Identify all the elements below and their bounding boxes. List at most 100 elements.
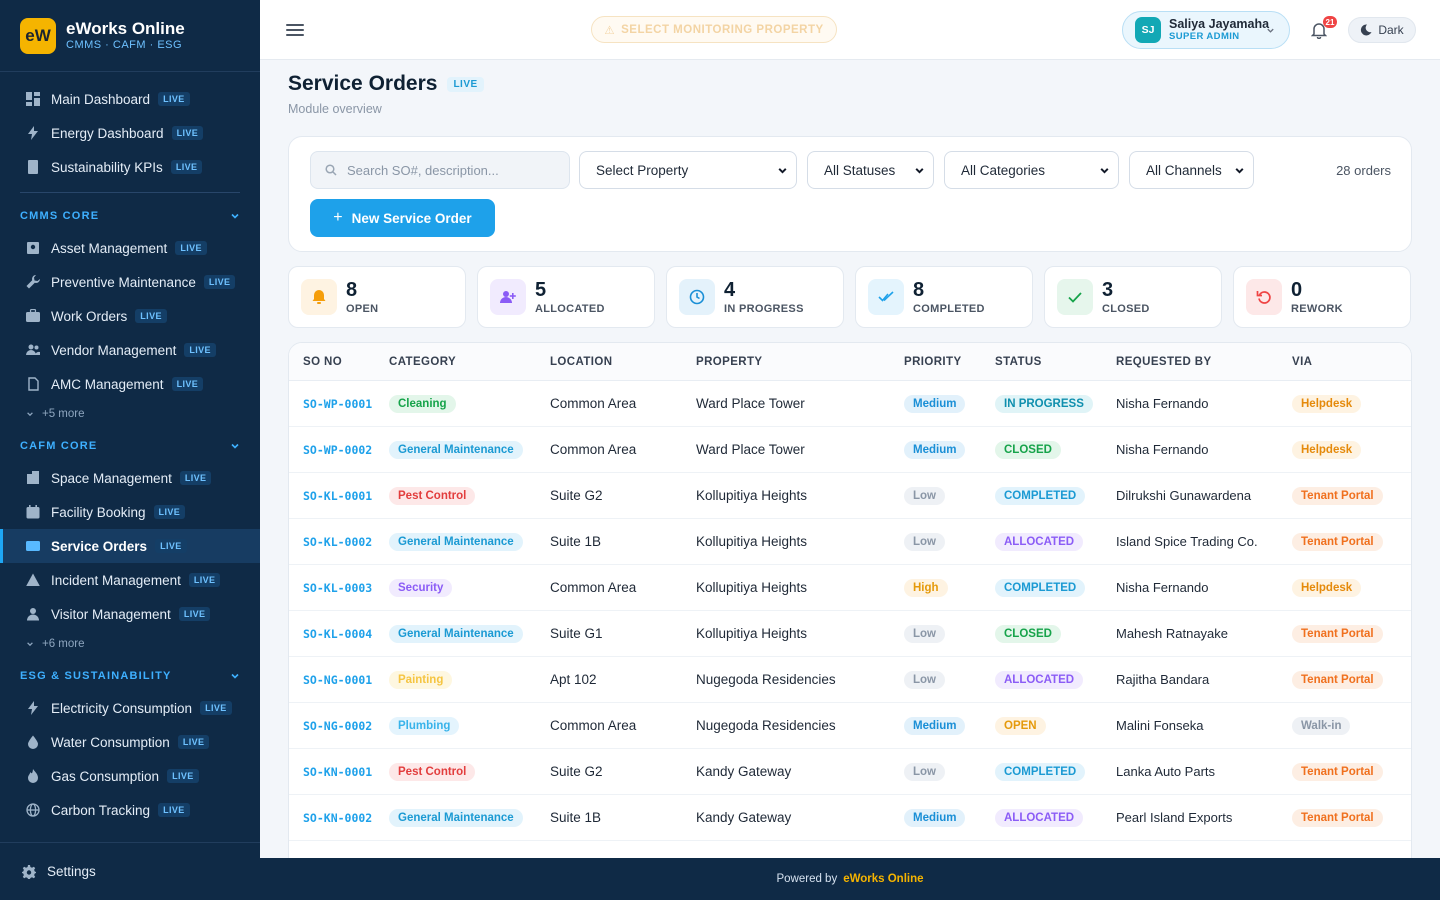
so-number-link[interactable]: SO-WP-0002	[303, 443, 372, 457]
priority-badge: Medium	[904, 440, 966, 459]
stat-card-open[interactable]: 8 OPEN	[288, 266, 466, 328]
status-badge: OPEN	[995, 716, 1046, 735]
column-header-priority[interactable]: PRIORITY	[904, 356, 995, 368]
section-title: CAFM CORE	[20, 440, 98, 452]
table-row[interactable]: SO-NG-0001 Painting Apt 102 Nugegoda Reside…	[289, 657, 1411, 703]
search-placeholder: Search SO#, description...	[347, 162, 499, 178]
table-row[interactable]: SO-WP-0001 Cleaning Common Area Ward Place …	[289, 381, 1411, 427]
location-cell: Suite G2	[550, 488, 603, 503]
table-row[interactable]: SO-KL-0004 General Maintenance Suite G1 Kol…	[289, 611, 1411, 657]
select-monitoring-property-button[interactable]: ⚠ SELECT MONITORING PROPERTY	[591, 16, 837, 43]
sidebar-item-electricity-consumption[interactable]: Electricity Consumption LIVE	[0, 691, 260, 725]
file-icon	[26, 377, 40, 391]
so-number-link[interactable]: SO-KN-0001	[303, 765, 372, 779]
live-badge: LIVE	[167, 769, 199, 783]
sidebar-item-work-orders[interactable]: Work Orders LIVE	[0, 299, 260, 333]
stat-label: IN PROGRESS	[724, 302, 804, 315]
sidebar-item-carbon-tracking[interactable]: Carbon Tracking LIVE	[0, 793, 260, 827]
live-badge: LIVE	[153, 505, 186, 519]
footer-prefix: Powered by	[776, 873, 838, 885]
location-cell: Apt 102	[550, 672, 597, 687]
so-number-link[interactable]: SO-NG-0001	[303, 673, 372, 687]
priority-badge: Medium	[904, 808, 966, 827]
status-select[interactable]: All Statuses	[807, 151, 934, 189]
building-icon	[26, 471, 40, 485]
so-number-link[interactable]: SO-KL-0003	[303, 581, 372, 595]
chevron-down-icon	[1100, 167, 1109, 174]
category-badge: Pest Control	[389, 486, 476, 505]
stat-card-completed[interactable]: 8 COMPLETED	[855, 266, 1033, 328]
sidebar-item-facility-booking[interactable]: Facility Booking LIVE	[0, 495, 260, 529]
table-row[interactable]: SO-KL-0003 Security Common Area Kollupitiya…	[289, 565, 1411, 611]
sidebar-item-settings[interactable]: Settings	[0, 842, 260, 900]
sidebar-item-space-management[interactable]: Space Management LIVE	[0, 461, 260, 495]
sidebar-item-amc-management[interactable]: AMC Management LIVE	[0, 367, 260, 401]
table-row[interactable]: SO-KN-0002 General Maintenance Suite 1B Kan…	[289, 795, 1411, 841]
column-header-location[interactable]: LOCATION	[550, 356, 696, 368]
column-header-requested-by[interactable]: REQUESTED BY	[1116, 356, 1292, 368]
section-esg[interactable]: ESG & SUSTAINABILITY	[0, 661, 260, 691]
sidebar-item-gas-consumption[interactable]: Gas Consumption LIVE	[0, 759, 260, 793]
live-badge: LIVE	[184, 343, 216, 357]
so-number-link[interactable]: SO-KL-0001	[303, 489, 372, 503]
warning-icon	[26, 573, 40, 587]
user-menu[interactable]: SJ Saliya Jayamaha SUPER ADMIN	[1122, 11, 1290, 49]
live-badge: LIVE	[158, 803, 190, 817]
sidebar-nav: Main Dashboard LIVE Energy Dashboard LIVE …	[0, 72, 260, 827]
sidebar-item-asset-management[interactable]: Asset Management LIVE	[0, 231, 260, 265]
so-number-link[interactable]: SO-NG-0002	[303, 719, 372, 733]
channel-badge: Tenant Portal	[1292, 670, 1383, 689]
select-value: Select Property	[596, 162, 689, 178]
so-number-link[interactable]: SO-WP-0001	[303, 397, 372, 411]
brand[interactable]: eW eWorks Online CMMS · CAFM · ESG	[0, 0, 260, 72]
channel-badge: Walk-in	[1292, 716, 1351, 735]
so-number-link[interactable]: SO-KN-0002	[303, 811, 372, 825]
sidebar-item-main-dashboard[interactable]: Main Dashboard LIVE	[0, 82, 260, 116]
notification-badge: 21	[1323, 16, 1337, 28]
property-select[interactable]: Select Property	[579, 151, 797, 189]
theme-toggle[interactable]: Dark	[1348, 17, 1416, 43]
column-header-category[interactable]: CATEGORY	[389, 356, 550, 368]
so-number-link[interactable]: SO-KL-0004	[303, 627, 372, 641]
stat-card-allocated[interactable]: 5 ALLOCATED	[477, 266, 655, 328]
stat-card-rework[interactable]: 0 REWORK	[1233, 266, 1411, 328]
sidebar-item-preventive-maintenance[interactable]: Preventive Maintenance LIVE	[0, 265, 260, 299]
sidebar-item-visitor-management[interactable]: Visitor Management LIVE	[0, 597, 260, 631]
stat-value: 0	[1291, 278, 1303, 301]
location-cell: Suite G2	[550, 764, 603, 779]
sidebar-item-water-consumption[interactable]: Water Consumption LIVE	[0, 725, 260, 759]
menu-icon[interactable]	[286, 20, 304, 40]
requested-by-cell: Lanka Auto Parts	[1116, 764, 1216, 779]
table-row[interactable]: SO-NG-0002 Plumbing Common Area Nugegoda Re…	[289, 703, 1411, 749]
column-header-status[interactable]: STATUS	[995, 356, 1116, 368]
search-input[interactable]: Search SO#, description...	[310, 151, 570, 189]
location-cell: Suite G1	[550, 626, 603, 641]
new-service-order-button[interactable]: + New Service Order	[310, 199, 495, 237]
column-header-via[interactable]: VIA	[1292, 356, 1392, 368]
sidebar-item-energy-dashboard[interactable]: Energy Dashboard LIVE	[0, 116, 260, 150]
sidebar-item-sustainability-kpis[interactable]: Sustainability KPIs LIVE	[0, 150, 260, 184]
category-select[interactable]: All Categories	[944, 151, 1119, 189]
channel-select[interactable]: All Channels	[1129, 151, 1254, 189]
so-number-link[interactable]: SO-KL-0002	[303, 535, 372, 549]
bolt-icon	[26, 126, 40, 140]
requested-by-cell: Island Spice Trading Co.	[1116, 534, 1258, 549]
column-header-property[interactable]: PROPERTY	[696, 356, 904, 368]
column-header-so-no[interactable]: SO NO	[289, 356, 389, 368]
table-row[interactable]: SO-WP-0002 General Maintenance Common Area…	[289, 427, 1411, 473]
table-row[interactable]: SO-KL-0001 Pest Control Suite G2 Kollupitiy…	[289, 473, 1411, 519]
table-row[interactable]: SO-KL-0002 General Maintenance Suite 1B Kol…	[289, 519, 1411, 565]
stat-card-closed[interactable]: 3 CLOSED	[1044, 266, 1222, 328]
sidebar-item-service-orders[interactable]: Service Orders LIVE	[0, 529, 260, 563]
section-cafm-core[interactable]: CAFM CORE	[0, 431, 260, 461]
stat-card-in-progress[interactable]: 4 IN PROGRESS	[666, 266, 844, 328]
sidebar-item-incident-management[interactable]: Incident Management LIVE	[0, 563, 260, 597]
channel-badge: Tenant Portal	[1292, 808, 1383, 827]
property-cell: Kollupitiya Heights	[696, 580, 808, 595]
sidebar-item-vendor-management[interactable]: Vendor Management LIVE	[0, 333, 260, 367]
show-more-cafm[interactable]: +6 more	[0, 631, 260, 657]
section-cmms-core[interactable]: CMMS CORE	[0, 201, 260, 231]
table-row[interactable]: SO-KN-0001 Pest Control Suite G2 Kandy Gate…	[289, 749, 1411, 795]
property-cell: Kollupitiya Heights	[696, 626, 808, 641]
show-more-cmms[interactable]: +5 more	[0, 401, 260, 427]
